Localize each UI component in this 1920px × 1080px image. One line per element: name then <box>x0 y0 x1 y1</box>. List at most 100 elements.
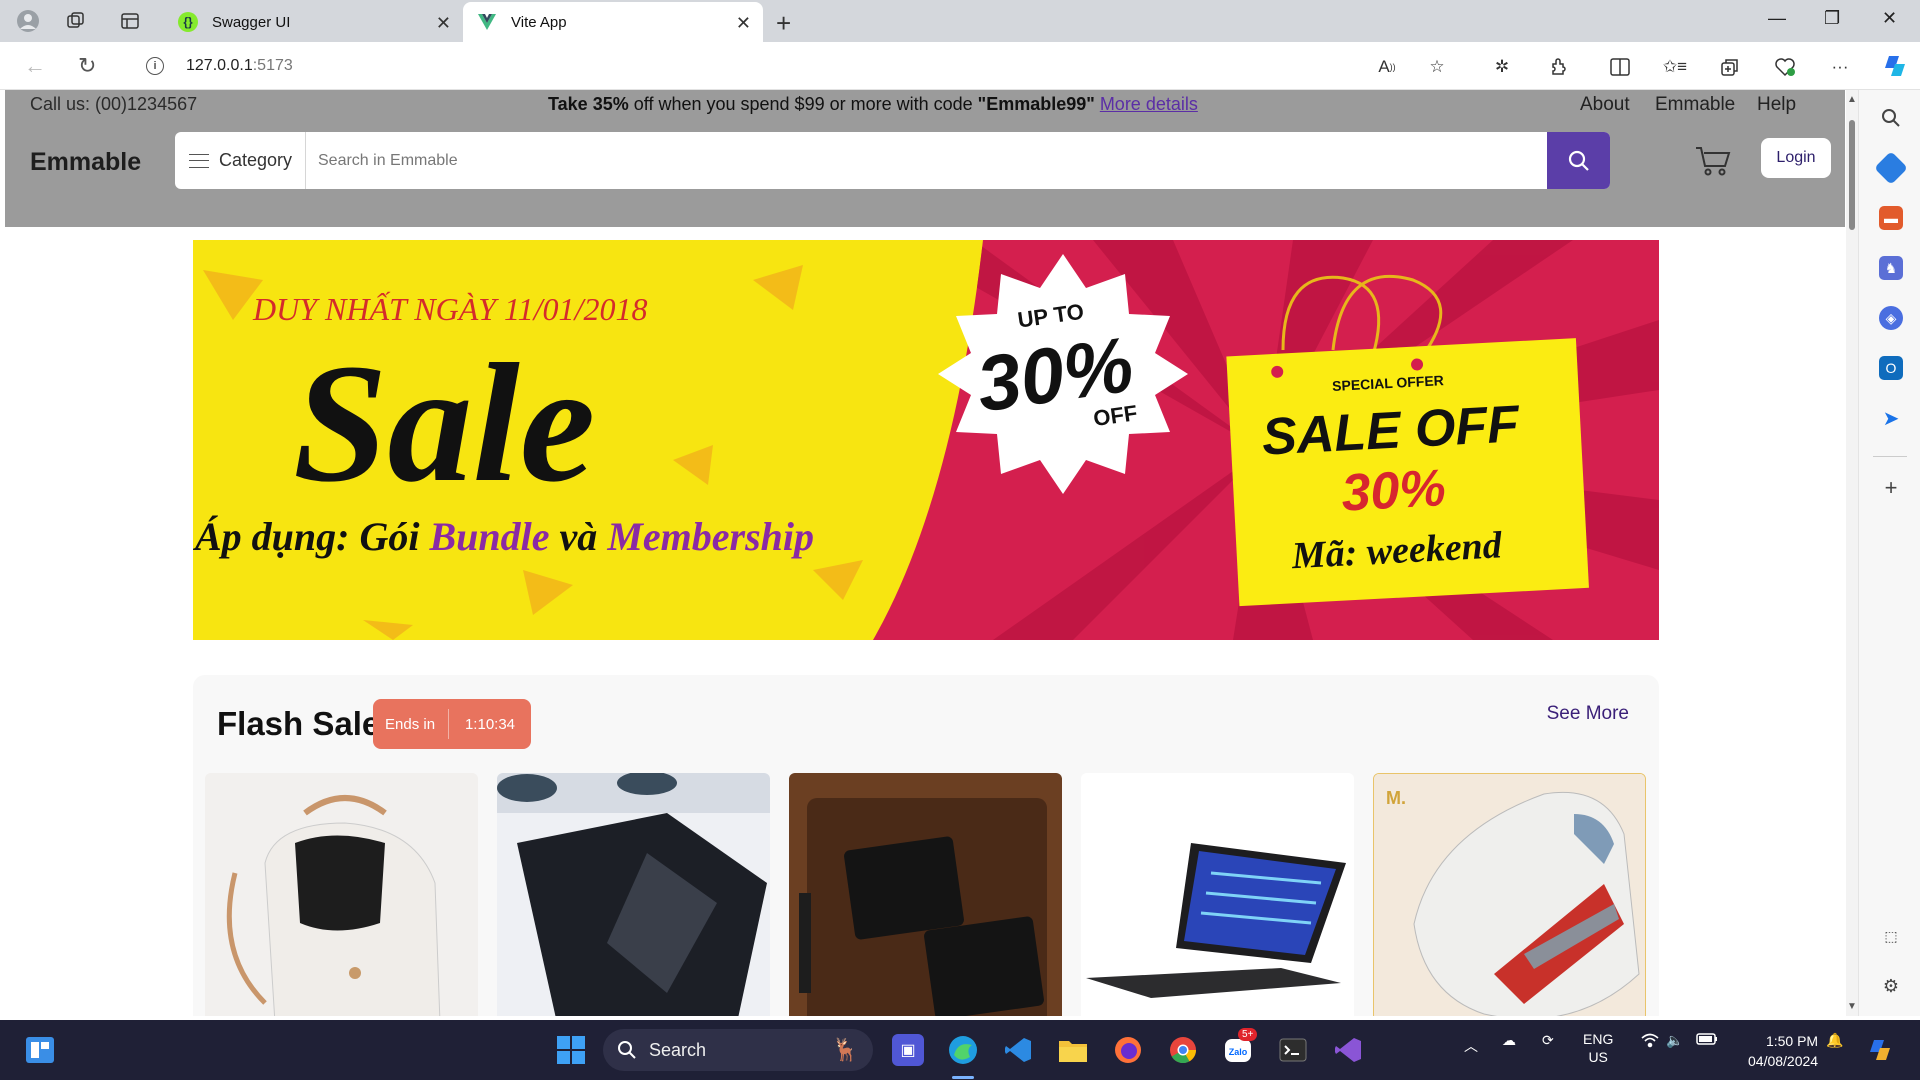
copilot-taskbar-icon[interactable] <box>1864 1034 1896 1066</box>
product-image-leather-folio <box>497 773 770 1016</box>
clock-time: 1:50 PM <box>1765 1033 1819 1049</box>
sync-icon[interactable]: ⟳ <box>1542 1032 1554 1049</box>
promo-code: "Emmable99" <box>977 94 1095 114</box>
search-input[interactable] <box>306 132 1547 189</box>
onedrive-cloud-icon[interactable]: ☁ <box>1502 1032 1516 1049</box>
volume-icon[interactable]: 🔈 <box>1666 1032 1683 1049</box>
close-tab-icon[interactable]: ✕ <box>736 13 751 34</box>
tab-vite-app[interactable]: Vite App ✕ <box>463 2 763 42</box>
active-app-indicator <box>952 1076 974 1079</box>
tools-briefcase-icon[interactable]: ▬ <box>1879 206 1903 230</box>
emmable-link[interactable]: Emmable <box>1655 94 1735 116</box>
page-scrollbar[interactable]: ▲ ▼ <box>1846 90 1858 1016</box>
more-details-link[interactable]: More details <box>1100 94 1198 114</box>
product-card[interactable] <box>497 773 770 1016</box>
search-button[interactable] <box>1547 132 1610 189</box>
url-port: :5173 <box>252 57 293 74</box>
microsoft-365-icon[interactable]: ◈ <box>1879 306 1903 330</box>
add-sidebar-app-icon[interactable]: + <box>1879 475 1903 500</box>
region-label: US <box>1588 1049 1608 1065</box>
edge-sidebar: ▬ ♞ ◈ O ➤ + ⬚ ⚙ <box>1858 90 1920 1016</box>
start-windows-icon[interactable] <box>555 1034 587 1066</box>
shopping-tag-icon[interactable] <box>1874 151 1908 185</box>
new-tab-button[interactable]: + <box>776 8 791 39</box>
outlook-icon[interactable]: O <box>1879 356 1903 380</box>
countdown-badge: Ends in 1:10:34 <box>373 699 531 749</box>
login-button[interactable]: Login <box>1761 138 1831 178</box>
edge-browser-icon[interactable] <box>947 1034 979 1066</box>
favorites-list-icon[interactable]: ✩≡ <box>1663 55 1687 79</box>
taskbar-search[interactable]: Search 🦌 <box>603 1029 873 1071</box>
banner-date-line: DUY NHẤT NGÀY 11/01/2018 <box>252 291 647 327</box>
sidebar-settings-icon[interactable]: ⚙ <box>1879 974 1903 998</box>
address-bar[interactable]: i 127.0.0.1:5173 <box>128 48 1408 84</box>
tab-title: Vite App <box>511 13 567 31</box>
promo-banner-image[interactable]: UP TO 30% OFF DUY NHẤT NGÀY 11/01/2018 S… <box>193 240 1659 640</box>
send-icon[interactable]: ➤ <box>1879 406 1903 430</box>
help-link[interactable]: Help <box>1757 94 1796 116</box>
workspaces-icon[interactable] <box>62 8 90 34</box>
tab-title: Swagger UI <box>212 13 291 31</box>
terminal-icon[interactable] <box>1277 1034 1309 1066</box>
swagger-favicon-icon: {} <box>178 12 198 32</box>
games-icon[interactable]: ♞ <box>1879 256 1903 280</box>
svg-text:Zalo: Zalo <box>1229 1047 1248 1057</box>
scroll-up-icon[interactable]: ▲ <box>1847 94 1857 105</box>
teams-meet-icon[interactable]: ▣ <box>892 1034 924 1066</box>
extension-bug-icon[interactable]: ✲ <box>1490 55 1514 79</box>
show-hidden-icons-icon[interactable]: ︿ <box>1464 1036 1478 1056</box>
widgets-icon[interactable] <box>24 1034 56 1066</box>
notifications-bell-icon[interactable]: 🔔 <box>1826 1032 1843 1049</box>
system-clock[interactable]: 1:50 PM 04/08/2024 <box>1748 1031 1818 1071</box>
split-screen-icon[interactable] <box>1608 55 1632 79</box>
sidebar-search-icon[interactable] <box>1879 106 1903 130</box>
collections-icon[interactable] <box>1718 55 1742 79</box>
chrome-icon[interactable] <box>1167 1034 1199 1066</box>
menu-lines-icon <box>189 153 209 168</box>
see-more-link[interactable]: See More <box>1547 703 1629 725</box>
site-info-icon[interactable]: i <box>146 57 164 75</box>
back-arrow-icon[interactable]: ← <box>24 53 46 79</box>
reload-icon[interactable]: ↻ <box>78 53 96 79</box>
clock-date: 04/08/2024 <box>1748 1053 1819 1069</box>
language-label: ENG <box>1583 1031 1614 1047</box>
banner-headline: Sale <box>293 329 595 517</box>
minimize-icon[interactable]: — <box>1768 8 1786 29</box>
browser-essentials-icon[interactable] <box>1773 55 1797 79</box>
zalo-icon[interactable]: Zalo 5+ <box>1222 1028 1258 1066</box>
battery-icon[interactable] <box>1696 1032 1718 1048</box>
close-window-icon[interactable]: ✕ <box>1882 8 1897 29</box>
product-card[interactable] <box>205 773 478 1016</box>
firefox-icon[interactable] <box>1112 1034 1144 1066</box>
screenshot-icon[interactable]: ⬚ <box>1879 924 1903 948</box>
product-card[interactable] <box>1081 773 1354 1016</box>
extensions-icon[interactable] <box>1547 55 1571 79</box>
promo-take: Take <box>548 94 588 114</box>
more-options-icon[interactable]: ··· <box>1828 55 1852 79</box>
cart-icon[interactable] <box>1695 145 1731 182</box>
restore-icon[interactable]: ❐ <box>1824 8 1840 29</box>
scrollbar-thumb[interactable] <box>1849 120 1855 230</box>
product-card[interactable] <box>789 773 1062 1016</box>
language-indicator[interactable]: ENG US <box>1583 1030 1613 1066</box>
file-explorer-icon[interactable] <box>1057 1034 1089 1066</box>
about-link[interactable]: About <box>1580 94 1630 116</box>
copilot-icon[interactable] <box>1880 51 1910 81</box>
svg-text:M.: M. <box>1386 788 1406 808</box>
vertical-tabs-icon[interactable] <box>116 8 144 34</box>
scroll-down-icon[interactable]: ▼ <box>1847 1001 1857 1012</box>
page-viewport: Call us: (00)1234567 Take 35% off when y… <box>5 90 1845 1016</box>
read-aloud-icon[interactable]: A)) <box>1375 55 1399 79</box>
profile-icon[interactable] <box>14 8 42 34</box>
tab-swagger-ui[interactable]: {} Swagger UI ✕ <box>165 2 463 42</box>
vscode-icon[interactable] <box>1002 1034 1034 1066</box>
close-tab-icon[interactable]: ✕ <box>436 13 451 34</box>
site-header: Call us: (00)1234567 Take 35% off when y… <box>5 90 1845 227</box>
site-logo[interactable]: Emmable <box>30 148 141 177</box>
wifi-icon[interactable] <box>1640 1032 1660 1051</box>
category-label: Category <box>219 150 293 170</box>
favorite-star-icon[interactable]: ☆ <box>1425 55 1449 79</box>
product-card[interactable]: M. <box>1373 773 1646 1016</box>
visual-studio-icon[interactable] <box>1332 1034 1364 1066</box>
category-dropdown[interactable]: Category <box>175 132 306 189</box>
